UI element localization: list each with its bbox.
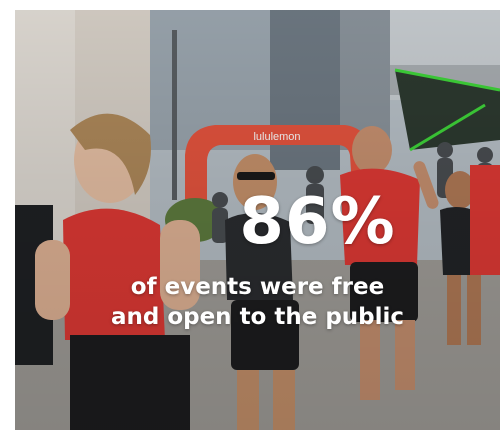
- stat-block: 86% of events were free and open to the …: [15, 186, 500, 332]
- stat-caption: of events were free and open to the publ…: [15, 272, 500, 332]
- stat-caption-line2: and open to the public: [110, 304, 405, 330]
- stat-value: 86%: [239, 185, 396, 259]
- stat-caption-line1: of events were free: [130, 274, 385, 300]
- stat-card: lululemon: [15, 10, 500, 430]
